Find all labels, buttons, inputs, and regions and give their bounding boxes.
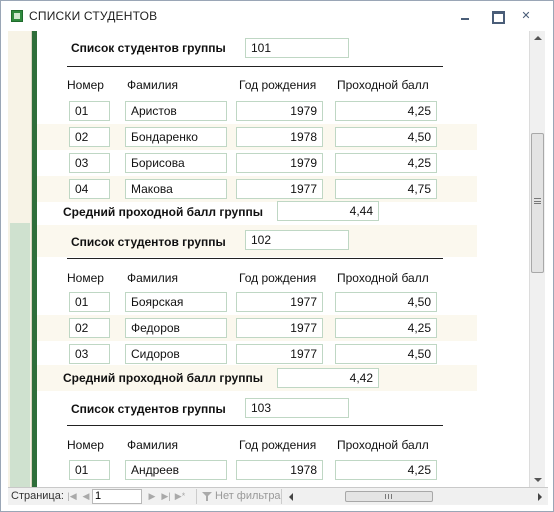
page-label: Страница: xyxy=(11,490,64,502)
score-cell[interactable]: 4,50 xyxy=(335,127,437,147)
header-divider xyxy=(67,258,443,259)
horizontal-scrollbar[interactable] xyxy=(287,489,546,504)
page-navigation-bar: Страница: |◀ ◀ 1 ▶ ▶| ▶* Нет фильтра xyxy=(8,487,548,505)
scroll-left-arrow-icon[interactable] xyxy=(289,493,293,501)
surname-cell[interactable]: Федоров xyxy=(125,318,227,338)
column-header-birth-year: Год рождения xyxy=(239,438,317,452)
score-cell[interactable]: 4,25 xyxy=(335,101,437,121)
group-average-field[interactable]: 4,42 xyxy=(277,368,379,388)
group-number-field[interactable]: 103 xyxy=(245,398,349,418)
grip-icon xyxy=(534,198,541,204)
group-average-caption: Средний проходной балл группы xyxy=(63,371,263,385)
surname-cell[interactable]: Бондаренко xyxy=(125,127,227,147)
score-cell[interactable]: 4,50 xyxy=(335,292,437,312)
column-header-score: Проходной балл xyxy=(337,438,429,452)
column-header-surname: Фамилия xyxy=(127,438,178,452)
score-cell[interactable]: 4,25 xyxy=(335,153,437,173)
close-button[interactable]: ✕ xyxy=(518,9,534,23)
column-header-birth-year: Год рождения xyxy=(239,78,317,92)
group-caption: Список студентов группы xyxy=(71,41,226,55)
group-caption: Список студентов группы xyxy=(71,235,226,249)
birth-year-cell[interactable]: 1978 xyxy=(236,460,323,480)
number-cell[interactable]: 02 xyxy=(69,318,110,338)
birth-year-cell[interactable]: 1977 xyxy=(236,344,323,364)
filter-icon xyxy=(202,492,212,501)
first-page-icon[interactable]: |◀ xyxy=(66,490,78,503)
number-cell[interactable]: 01 xyxy=(69,292,110,312)
surname-cell[interactable]: Макова xyxy=(125,179,227,199)
filter-status-button[interactable]: Нет фильтра xyxy=(196,489,282,504)
new-record-icon[interactable]: ▶* xyxy=(174,490,186,503)
window-title: СПИСКИ СТУДЕНТОВ xyxy=(29,9,158,23)
surname-cell[interactable]: Андреев xyxy=(125,460,227,480)
column-header-surname: Фамилия xyxy=(127,271,178,285)
record-selector-highlight xyxy=(10,223,30,487)
birth-year-cell[interactable]: 1977 xyxy=(236,318,323,338)
surname-cell[interactable]: Сидоров xyxy=(125,344,227,364)
surname-cell[interactable]: Боярская xyxy=(125,292,227,312)
group-average-field[interactable]: 4,44 xyxy=(277,201,379,221)
group-number-field[interactable]: 102 xyxy=(245,230,349,250)
scroll-down-arrow-icon[interactable] xyxy=(530,473,545,487)
surname-cell[interactable]: Аристов xyxy=(125,101,227,121)
header-divider xyxy=(67,66,443,67)
number-cell[interactable]: 03 xyxy=(69,344,110,364)
score-cell[interactable]: 4,25 xyxy=(335,460,437,480)
page-number-input[interactable]: 1 xyxy=(92,489,142,504)
column-header-score: Проходной балл xyxy=(337,271,429,285)
number-cell[interactable]: 01 xyxy=(69,101,110,121)
group-number-field[interactable]: 101 xyxy=(245,38,349,58)
score-cell[interactable]: 4,75 xyxy=(335,179,437,199)
column-header-number: Номер xyxy=(67,271,104,285)
table-row: 01 Боярская 1977 4,50 xyxy=(37,289,477,315)
scroll-up-arrow-icon[interactable] xyxy=(530,31,545,45)
birth-year-cell[interactable]: 1977 xyxy=(236,292,323,312)
surname-cell[interactable]: Борисова xyxy=(125,153,227,173)
table-row: 02 Федоров 1977 4,25 xyxy=(37,315,477,341)
horizontal-scroll-thumb[interactable] xyxy=(345,491,433,502)
header-divider xyxy=(67,425,443,426)
minimize-button[interactable] xyxy=(457,9,473,23)
number-cell[interactable]: 02 xyxy=(69,127,110,147)
table-row: 02 Бондаренко 1978 4,50 xyxy=(37,124,477,150)
vertical-scroll-thumb[interactable] xyxy=(531,133,544,273)
access-report-icon xyxy=(11,10,23,22)
group-caption: Список студентов группы xyxy=(71,402,226,416)
column-header-number: Номер xyxy=(67,438,104,452)
score-cell[interactable]: 4,25 xyxy=(335,318,437,338)
title-bar: СПИСКИ СТУДЕНТОВ ✕ xyxy=(1,1,553,31)
score-cell[interactable]: 4,50 xyxy=(335,344,437,364)
scroll-right-arrow-icon[interactable] xyxy=(538,493,542,501)
column-header-surname: Фамилия xyxy=(127,78,178,92)
column-header-birth-year: Год рождения xyxy=(239,271,317,285)
report-body: Список студентов группы 101 Номер Фамили… xyxy=(37,31,529,487)
group-average-caption: Средний проходной балл группы xyxy=(63,205,263,219)
grip-icon xyxy=(385,494,392,499)
column-header-score: Проходной балл xyxy=(337,78,429,92)
table-row: 01 Андреев 1978 4,25 xyxy=(37,457,477,483)
birth-year-cell[interactable]: 1978 xyxy=(236,127,323,147)
previous-page-icon[interactable]: ◀ xyxy=(80,490,92,503)
table-row: 04 Макова 1977 4,75 xyxy=(37,176,477,202)
column-header-number: Номер xyxy=(67,78,104,92)
number-cell[interactable]: 04 xyxy=(69,179,110,199)
table-row: 03 Борисова 1979 4,25 xyxy=(37,150,477,176)
filter-status-label: Нет фильтра xyxy=(215,490,281,502)
last-page-icon[interactable]: ▶| xyxy=(160,490,172,503)
number-cell[interactable]: 03 xyxy=(69,153,110,173)
birth-year-cell[interactable]: 1979 xyxy=(236,153,323,173)
birth-year-cell[interactable]: 1979 xyxy=(236,101,323,121)
next-page-icon[interactable]: ▶ xyxy=(146,490,158,503)
report-window: СПИСКИ СТУДЕНТОВ ✕ Список студентов груп… xyxy=(0,0,554,512)
birth-year-cell[interactable]: 1977 xyxy=(236,179,323,199)
table-row: 03 Сидоров 1977 4,50 xyxy=(37,341,477,365)
number-cell[interactable]: 01 xyxy=(69,460,110,480)
vertical-scrollbar[interactable] xyxy=(529,31,545,487)
table-row: 01 Аристов 1979 4,25 xyxy=(37,98,477,124)
maximize-button[interactable] xyxy=(489,9,505,24)
